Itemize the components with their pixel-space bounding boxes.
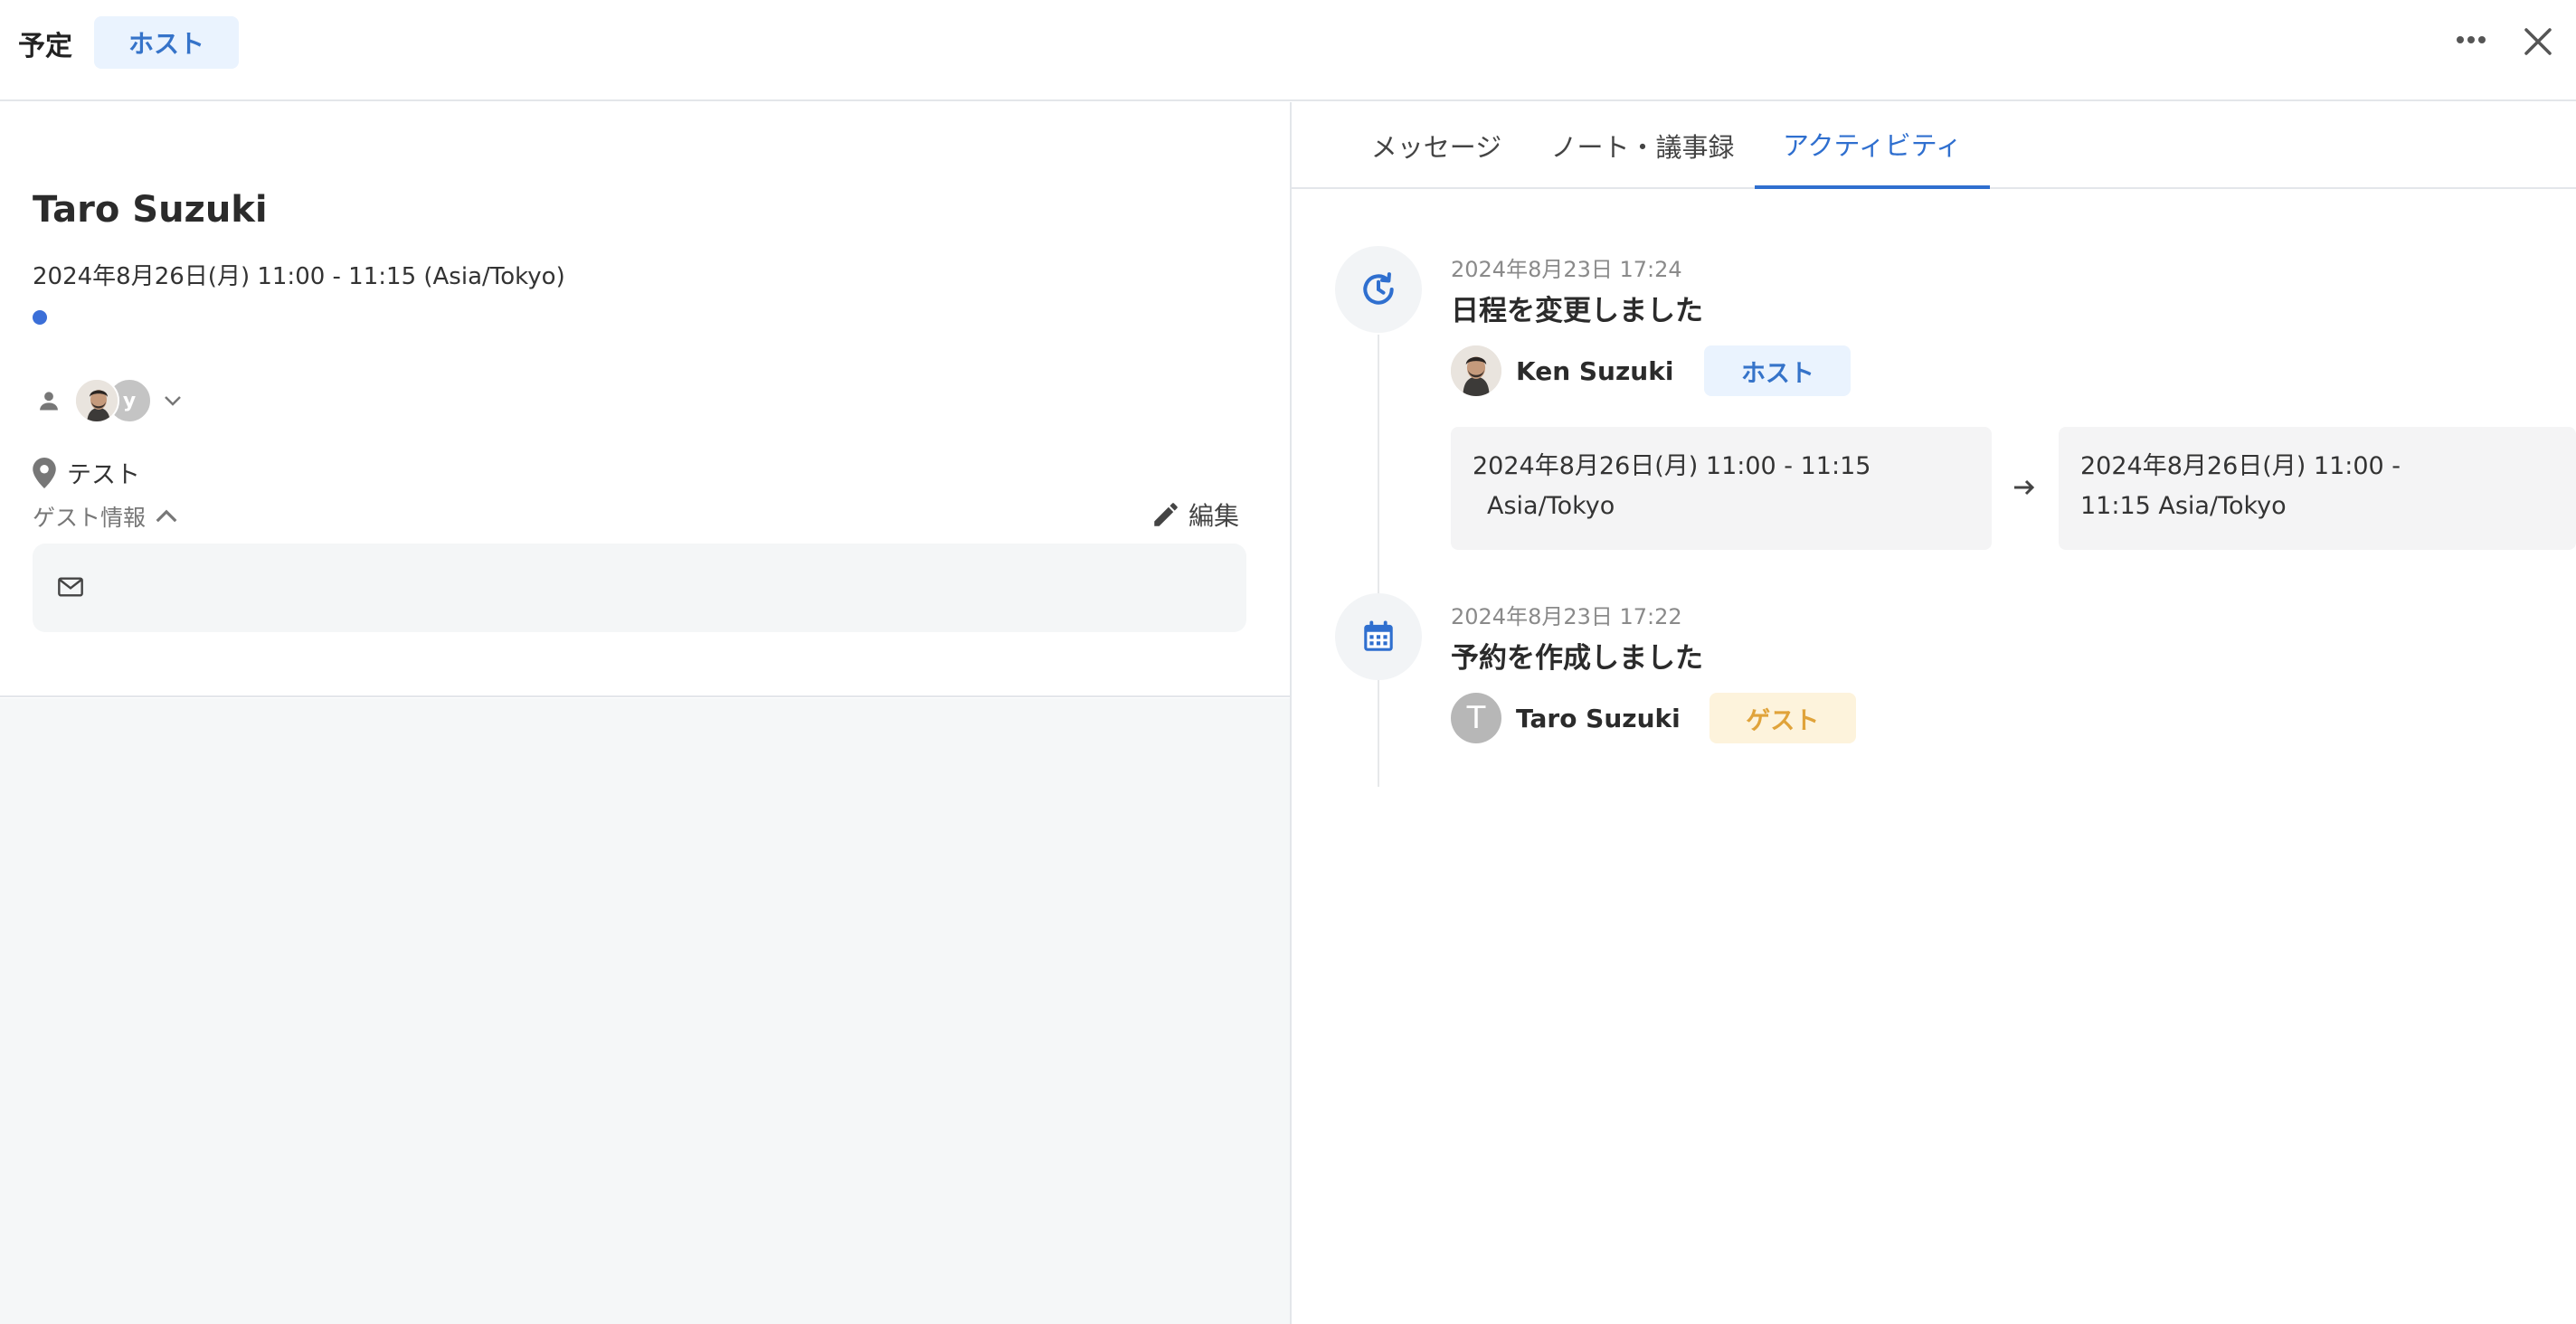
location-row: テスト [33, 455, 140, 490]
header: 予定 ホスト [0, 0, 2576, 101]
activity-time: 2024年8月23日 17:24 [1451, 257, 1682, 282]
activity-user: Ken Suzuki ホスト [1451, 345, 1852, 396]
more-options-button[interactable] [2453, 22, 2489, 58]
user-name: Taro Suzuki [1516, 703, 1681, 733]
timeline-icon-created [1335, 593, 1422, 680]
activity-heading: 日程を変更しました [1451, 295, 1703, 327]
previous-schedule-line1: 2024年8月26日(月) 11:00 - 11:15 [1473, 452, 1871, 480]
arrow-right-icon [2012, 474, 2039, 501]
attendee-avatar-photo[interactable] [74, 378, 119, 423]
edit-button[interactable]: 編集 [1151, 496, 1239, 533]
new-schedule-line2: 11:15 Asia/Tokyo [2080, 492, 2287, 520]
close-button[interactable] [2518, 22, 2558, 61]
tab-notes[interactable]: ノート・議事録 [1542, 102, 1743, 189]
activity-time: 2024年8月23日 17:22 [1451, 604, 1682, 629]
guest-info-label: ゲスト情報 [33, 505, 147, 531]
host-badge: ホスト [1704, 345, 1852, 396]
guest-info-box [33, 544, 1246, 632]
status-dot [33, 310, 47, 325]
more-horizontal-icon [2457, 36, 2486, 43]
location-pin-icon [33, 457, 56, 488]
chevron-down-icon [165, 396, 181, 406]
user-avatar-photo [1451, 345, 1501, 396]
timeline-line [1378, 335, 1379, 787]
attendees-row: y [33, 375, 186, 426]
panel-divider [1290, 102, 1292, 1324]
activity-heading: 予約を作成しました [1451, 642, 1703, 675]
new-schedule-box: 2024年8月26日(月) 11:00 - 11:15 Asia/Tokyo [2059, 427, 2576, 550]
close-icon [2524, 28, 2552, 55]
previous-schedule-box: 2024年8月26日(月) 11:00 - 11:15 Asia/Tokyo [1451, 427, 1992, 550]
new-schedule-line1: 2024年8月26日(月) 11:00 - [2080, 452, 2401, 480]
tab-bar: メッセージ ノート・議事録 アクティビティ [1292, 102, 2576, 189]
timeline-icon-reschedule [1335, 246, 1422, 333]
location-text: テスト [67, 461, 140, 489]
previous-schedule-line2: Asia/Tokyo [1487, 492, 1615, 520]
attendees-expand-button[interactable] [159, 387, 186, 414]
left-empty-area [0, 698, 1290, 1324]
guest-info-toggle[interactable]: ゲスト情報 [33, 500, 178, 533]
chevron-up-icon [156, 509, 177, 523]
event-title: Taro Suzuki [33, 189, 268, 231]
activity-user: T Taro Suzuki ゲスト [1451, 693, 1856, 743]
reschedule-clock-icon [1363, 272, 1394, 305]
user-name: Ken Suzuki [1516, 355, 1674, 386]
event-datetime: 2024年8月26日(月) 11:00 - 11:15 (Asia/Tokyo) [33, 263, 565, 290]
tab-activity[interactable]: アクティビティ [1755, 102, 1990, 189]
event-details-panel: Taro Suzuki 2024年8月26日(月) 11:00 - 11:15 … [0, 102, 1290, 697]
edit-label: 編集 [1189, 501, 1240, 531]
role-badge: ホスト [94, 16, 239, 69]
calendar-icon [1364, 620, 1393, 651]
guest-badge: ゲスト [1709, 693, 1856, 743]
person-icon [33, 384, 65, 417]
tab-messages[interactable]: メッセージ [1346, 102, 1527, 189]
user-avatar-initial: T [1451, 693, 1501, 743]
page-title: 予定 [18, 31, 72, 62]
mail-icon [58, 577, 83, 597]
pencil-icon [1154, 503, 1178, 526]
